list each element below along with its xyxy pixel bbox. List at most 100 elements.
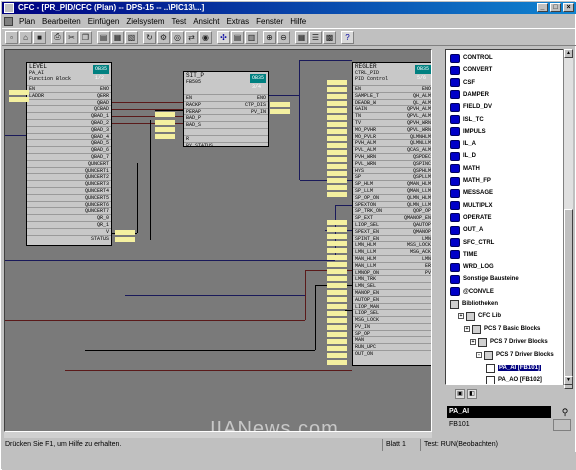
connection-wire[interactable] — [155, 110, 183, 111]
watch-value-flag[interactable] — [327, 164, 347, 169]
run-icon[interactable]: ↻ — [143, 30, 156, 44]
catalog-item[interactable]: MULTIPLX — [450, 200, 493, 212]
input-pin[interactable]: DEADB_W — [355, 100, 376, 106]
output-pin[interactable]: STATUS — [91, 236, 109, 242]
output-pin[interactable]: QPVL_WRN — [407, 127, 431, 133]
catalog-tree-node[interactable]: + CFC Lib — [458, 310, 501, 322]
run-sequence-tag[interactable]: OB35 1/2 — [92, 65, 109, 81]
input-pin[interactable]: TV — [355, 120, 361, 126]
catalog-item[interactable]: SFC_CTRL — [450, 237, 494, 249]
block-pin-row[interactable]: MAN_HLM LMN — [353, 254, 431, 262]
output-pin[interactable]: QMAN_HLM — [407, 181, 431, 187]
catalog-item[interactable]: @CONVLE — [450, 286, 494, 298]
block-pin-row[interactable]: R — [184, 134, 268, 142]
block-pin-row[interactable]: SP_EXT QMANOP_EN — [353, 214, 431, 221]
output-pin[interactable]: QBAD_3 — [91, 127, 109, 133]
catalog-item[interactable]: CSF — [450, 77, 475, 89]
connection-wire[interactable] — [5, 260, 335, 261]
output-pin[interactable]: LMN — [422, 256, 431, 262]
block-pin-row[interactable]: SP_OP — [353, 329, 431, 337]
save-icon[interactable]: ■ — [33, 30, 46, 44]
output-pin[interactable]: ENO — [100, 86, 109, 92]
input-pin[interactable]: BAD_S — [186, 122, 201, 128]
watch-value-flag[interactable] — [327, 304, 347, 309]
input-pin[interactable]: MANOP_EN — [355, 290, 379, 296]
connection-wire[interactable] — [137, 163, 138, 233]
maximize-icon[interactable]: □ — [550, 3, 561, 12]
block-pin-row[interactable]: LMN_SEL — [353, 282, 431, 289]
connection-wire[interactable] — [315, 285, 316, 350]
block-pin-row[interactable]: SPINT_EN LMN — [353, 234, 431, 242]
output-pin[interactable]: V — [106, 229, 109, 235]
sheet-icon[interactable]: ▧ — [125, 30, 138, 44]
catalog-tree-node[interactable]: + PCS 7 Driver Blocks — [470, 336, 548, 348]
input-pin[interactable]: OUT_ON — [355, 351, 373, 357]
open-icon[interactable]: ⌂ — [19, 30, 32, 44]
block-pin-row[interactable]: LMN_LLM MSG_ACK — [353, 248, 431, 255]
output-pin[interactable]: CTP_DIS — [245, 102, 266, 108]
menu-item-bearbeiten[interactable]: Bearbeiten — [42, 17, 81, 26]
menu-item-hilfe[interactable]: Hilfe — [290, 17, 306, 26]
block-pin-row[interactable]: QUNCERT3 — [27, 180, 111, 187]
output-pin[interactable]: QUNCERT7 — [85, 208, 109, 214]
output-pin[interactable]: QL_ALM — [413, 100, 431, 106]
block-pin-row[interactable]: PV_IN — [353, 322, 431, 330]
output-pin[interactable]: QMANOP — [413, 229, 431, 235]
output-pin[interactable]: QUNCERT6 — [85, 202, 109, 208]
connection-wire[interactable] — [299, 60, 300, 180]
grid-icon[interactable]: ▩ — [323, 30, 336, 44]
output-pin[interactable]: LMN — [422, 236, 431, 242]
watch-value-flag[interactable] — [327, 262, 347, 267]
connect-icon[interactable]: ✣ — [217, 30, 230, 44]
block-regler[interactable]: REGLER CTRL_PID PID Control OB35 5/6 EN ENO SAM… — [352, 62, 431, 366]
block-pin-row[interactable]: BAD_P — [184, 114, 268, 121]
watch-value-flag[interactable] — [327, 248, 347, 253]
block-pin-row[interactable]: MAN_LLM ER — [353, 261, 431, 269]
output-pin[interactable]: QSPINC — [413, 161, 431, 167]
block-pin-row[interactable]: RACKP CTP_DIS — [184, 100, 268, 108]
block-pin-row[interactable]: EN ENO — [27, 85, 111, 92]
output-pin[interactable]: QUNCERT1 — [85, 168, 109, 174]
connection-wire[interactable] — [112, 102, 183, 103]
block-pin-row[interactable]: QR_0 — [27, 214, 111, 221]
watch-value-flag[interactable] — [327, 136, 347, 141]
output-pin[interactable]: QCBAD — [94, 106, 109, 112]
input-pin[interactable]: PERAP — [186, 109, 201, 115]
output-pin[interactable]: QSPHLM — [413, 168, 431, 174]
input-pin[interactable]: LMN_SEL — [355, 283, 376, 289]
block-catalog[interactable]: CONTROL CONVERT CSF DAMPER FIELD_DV ISL_TC IMP… — [445, 49, 573, 385]
watch-value-flag[interactable] — [327, 234, 347, 239]
watch-value-flag[interactable] — [327, 115, 347, 120]
catalog-item[interactable]: OPERATE — [450, 212, 492, 224]
output-pin[interactable]: QLMN_HLM — [407, 195, 431, 201]
block-pin-row[interactable]: LMN_TRK — [353, 275, 431, 282]
block-pin-row[interactable]: QBAD_1 — [27, 112, 111, 119]
watch-value-flag[interactable] — [327, 94, 347, 99]
menu-item-fenster[interactable]: Fenster — [256, 17, 283, 26]
connection-wire[interactable] — [125, 295, 305, 296]
input-pin[interactable]: RACKP — [186, 102, 201, 108]
block-pin-row[interactable]: MAN — [353, 336, 431, 343]
block-icon[interactable]: ▦ — [111, 30, 124, 44]
watch-value-flag[interactable] — [327, 311, 347, 316]
output-pin[interactable]: ENO — [257, 95, 266, 101]
input-pin[interactable]: PV_IN — [355, 324, 370, 330]
output-pin[interactable]: QBAD_5 — [91, 140, 109, 146]
block-pin-row[interactable]: SP_HLM QMAN_HLM — [353, 180, 431, 187]
paste-icon[interactable]: ▤ — [97, 30, 110, 44]
catalog-item[interactable]: DAMPER — [450, 89, 489, 101]
block-pin-row[interactable]: QBAD — [27, 98, 111, 105]
input-pin[interactable]: PVL_ALM — [355, 147, 376, 153]
watch-value-flag[interactable] — [155, 127, 175, 132]
list-icon[interactable]: ☰ — [309, 30, 322, 44]
output-pin[interactable]: ENO — [422, 86, 431, 92]
block-pin-row[interactable]: SP_LLM QMAN_LLM — [353, 186, 431, 194]
block-pin-row[interactable]: EN ENO — [353, 85, 431, 92]
copy-icon[interactable]: ❐ — [79, 30, 92, 44]
watch-value-flag[interactable] — [327, 80, 347, 85]
block-pin-row[interactable]: QBAD_4 — [27, 132, 111, 139]
expand-icon[interactable]: + — [470, 339, 476, 346]
block-pin-row[interactable]: LADDR QERR — [27, 91, 111, 99]
help-icon[interactable]: ? — [341, 30, 354, 44]
horizontal-scrollbar[interactable] — [4, 432, 432, 438]
